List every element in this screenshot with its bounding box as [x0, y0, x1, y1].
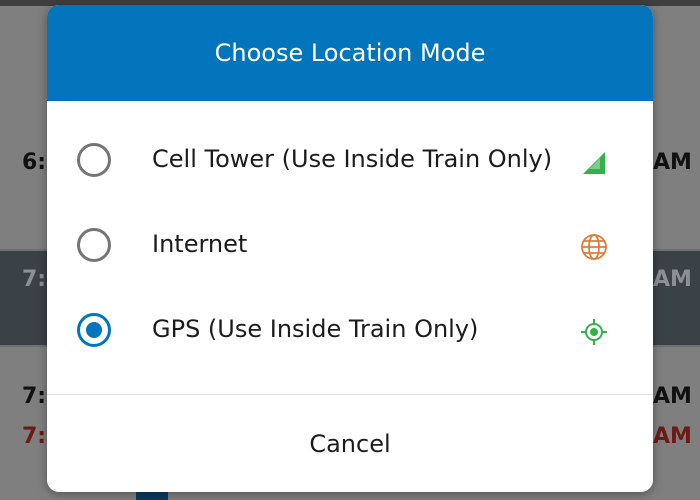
option-internet[interactable]: Internet — [47, 206, 653, 290]
option-gps[interactable]: GPS (Use Inside Train Only) — [47, 291, 653, 375]
dialog-title: Choose Location Mode — [214, 39, 486, 67]
dialog-header: Choose Location Mode — [47, 5, 653, 101]
cancel-button[interactable]: Cancel — [47, 395, 653, 492]
option-cell-tower[interactable]: Cell Tower (Use Inside Train Only) — [47, 121, 653, 205]
gps-icon — [579, 317, 609, 347]
option-label: Cell Tower (Use Inside Train Only) — [152, 145, 553, 173]
radio-button[interactable] — [77, 143, 111, 177]
signal-icon — [579, 147, 609, 177]
location-mode-dialog: Choose Location Mode Cell Tower (Use Ins… — [47, 5, 653, 492]
delayed-time: AM — [653, 424, 692, 449]
globe-icon — [579, 232, 609, 262]
option-label: Internet — [152, 230, 248, 258]
arrival-time: AM — [653, 150, 692, 175]
option-label: GPS (Use Inside Train Only) — [152, 315, 479, 343]
radio-button-selected[interactable] — [77, 313, 111, 347]
arrival-time: AM — [653, 384, 692, 409]
arrival-time: AM — [653, 267, 692, 292]
radio-button[interactable] — [77, 228, 111, 262]
